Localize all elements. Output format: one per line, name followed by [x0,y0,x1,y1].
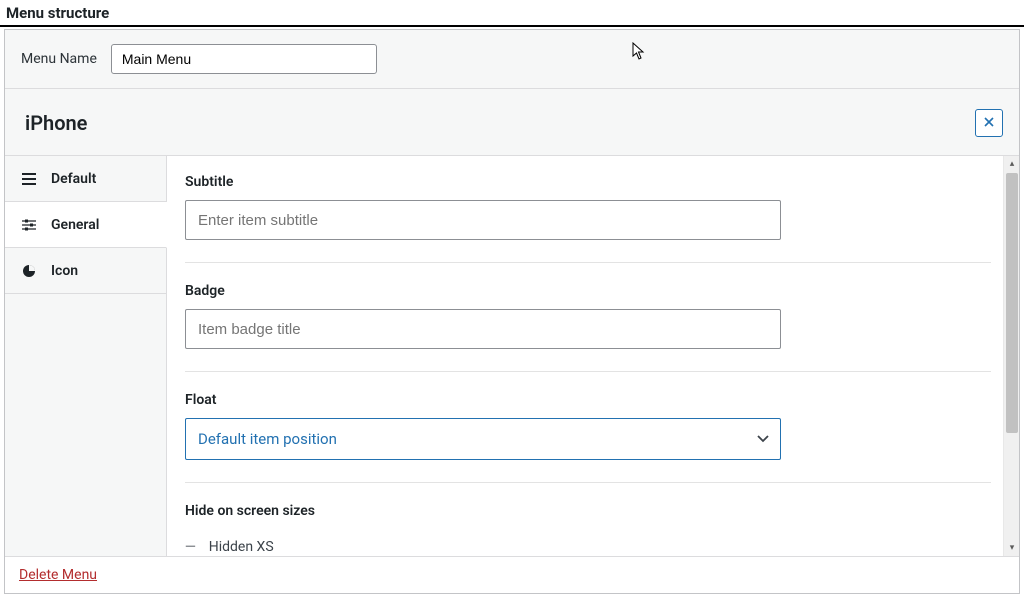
sliders-icon [21,218,37,232]
float-value: Default item position [198,430,337,448]
close-icon [984,115,994,131]
menu-panel: Menu Name iPhone Default [4,29,1020,594]
tab-label: Icon [51,263,78,279]
panel-footer: Delete Menu [5,556,1019,593]
scroll-down-icon: ▾ [1004,540,1020,556]
tab-general[interactable]: General [5,202,167,248]
float-select[interactable]: Default item position [185,418,781,460]
hide-option-label: Hidden XS [209,539,274,555]
scrollbar[interactable]: ▴ ▾ [1003,156,1019,556]
hide-label: Hide on screen sizes [185,503,985,519]
badge-input[interactable] [185,309,781,349]
content-area: Default General Icon Subtitle [5,156,1019,556]
divider [185,262,991,263]
menu-name-row: Menu Name [5,30,1019,89]
divider [185,482,991,483]
subtitle-input[interactable] [185,200,781,240]
subtitle-label: Subtitle [185,174,985,190]
panel-title: Menu structure [6,4,109,22]
hamburger-icon [21,173,37,185]
scroll-thumb[interactable] [1006,173,1018,433]
delete-menu-link[interactable]: Delete Menu [19,567,97,583]
tab-default[interactable]: Default [5,156,166,202]
panel-header: Menu structure [0,0,1024,27]
subtitle-field: Subtitle [185,174,985,240]
tab-label: General [51,217,99,233]
menu-name-input[interactable] [111,44,377,74]
tabs-sidebar: Default General Icon [5,156,167,556]
close-button[interactable] [975,109,1003,137]
item-title: iPhone [25,111,87,135]
form-area: Subtitle Badge Float Default item positi… [167,156,1005,556]
badge-field: Badge [185,283,985,349]
hide-field: Hide on screen sizes — Hidden XS — Hidde… [185,503,985,556]
hide-option[interactable]: — Hidden XS [185,535,985,556]
menu-name-label: Menu Name [21,51,97,67]
item-header: iPhone [5,89,1019,156]
toggle-off-icon: — [185,539,195,555]
float-label: Float [185,392,985,408]
tab-icon[interactable]: Icon [5,248,166,294]
tab-label: Default [51,171,96,187]
float-field: Float Default item position [185,392,985,460]
divider [185,371,991,372]
pie-icon [21,264,37,278]
badge-label: Badge [185,283,985,299]
scroll-up-icon: ▴ [1004,156,1020,172]
